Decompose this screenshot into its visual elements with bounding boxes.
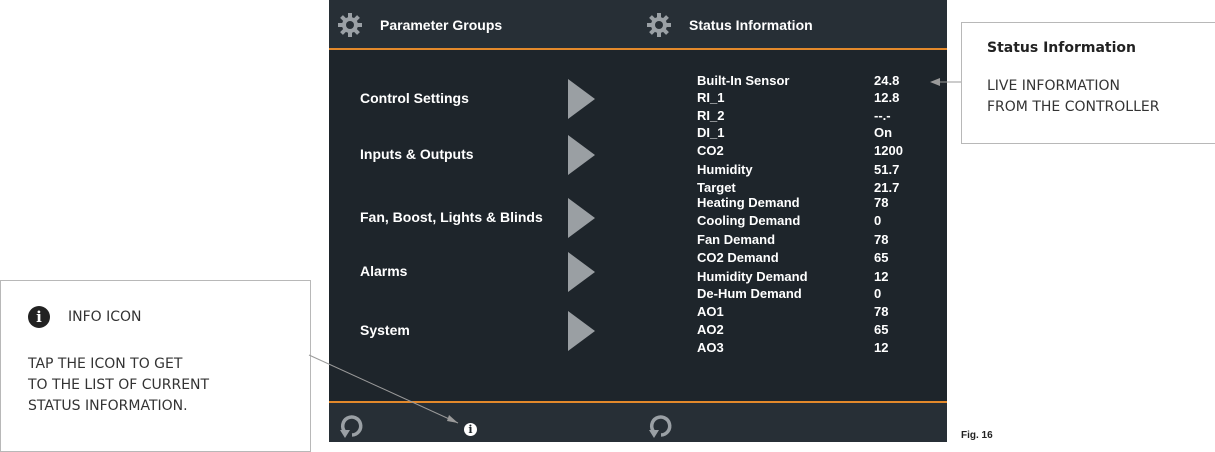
annotation-leader-lines [308,78,961,424]
figure-label: Fig. 16 [961,430,993,441]
status-leader-arrowhead [930,78,940,86]
info-leader-arrowhead [447,415,458,423]
info-leader-line [308,354,459,424]
